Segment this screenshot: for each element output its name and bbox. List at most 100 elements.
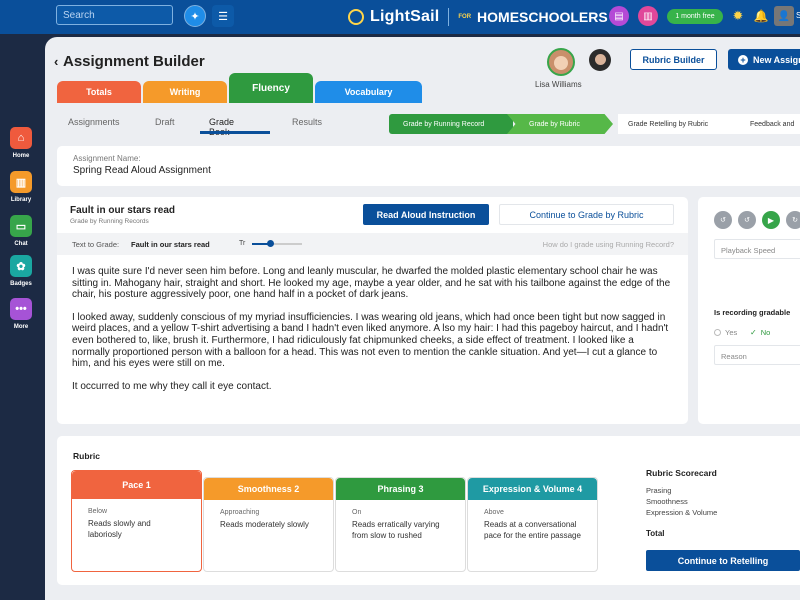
rewind-10-button[interactable]: ↺	[714, 211, 732, 229]
rubric-column-phrasing[interactable]: Phrasing 3 On Reads erratically varying …	[335, 477, 466, 572]
sidebar-label: Badges	[10, 281, 32, 287]
forward-button[interactable]: ↻	[786, 211, 800, 229]
student-avatar-2[interactable]	[589, 49, 611, 71]
user-initials: Sa	[796, 11, 800, 20]
scorecard-item: Smoothness	[646, 497, 688, 506]
step-label: Feedback and	[750, 120, 795, 128]
back-chevron-icon[interactable]: ‹	[54, 54, 58, 69]
playback-card: ↺ ↺ ▶ ↻ Playback Speed Is recording grad…	[698, 197, 800, 424]
sliders-icon: ☰	[218, 10, 228, 23]
font-size-slider-handle[interactable]	[267, 240, 274, 247]
play-button[interactable]: ▶	[762, 211, 780, 229]
student-avatar-lisa[interactable]	[547, 48, 575, 76]
book-icon[interactable]: ▤	[609, 6, 629, 26]
subtab-assignments[interactable]: Assignments	[68, 117, 120, 127]
compass-icon: ✦	[190, 10, 200, 23]
step-feedback[interactable]: Feedback and	[728, 114, 800, 134]
rewind-5-button[interactable]: ↺	[738, 211, 756, 229]
reading-card: Fault in our stars read Grade by Running…	[57, 197, 688, 424]
continue-to-rubric-button[interactable]: Continue to Grade by Rubric	[499, 204, 674, 225]
read-aloud-instruction-button[interactable]: Read Aloud Instruction	[363, 204, 489, 225]
font-size-slider[interactable]	[252, 240, 302, 247]
sidebar-label: Home	[12, 153, 30, 159]
subtab-grade-book[interactable]: Grade Book	[209, 117, 234, 137]
font-size-icon: Tr	[239, 240, 246, 247]
gradable-question: Is recording gradable	[714, 308, 791, 317]
step-retelling[interactable]: Grade Retelling by Rubric	[618, 114, 728, 134]
continue-to-rubric-label: Continue to Grade by Rubric	[529, 209, 644, 220]
rubric-column-header: Expression & Volume 4	[468, 478, 597, 500]
more-icon: •••	[10, 298, 32, 320]
rubric-column-expression[interactable]: Expression & Volume 4 Above Reads at a c…	[467, 477, 598, 572]
logo-text: LightSail	[370, 8, 440, 25]
sidebar-item-library[interactable]: ▥ Library	[0, 171, 42, 203]
yes-label: Yes	[725, 328, 738, 337]
reading-paragraph: I was quite sure I'd never seen him befo…	[72, 266, 671, 301]
step-label: Grade Retelling by Rubric	[628, 120, 709, 128]
text-to-grade-value: Fault in our stars read	[131, 240, 210, 249]
step-label: Grade by Rubric	[529, 120, 580, 128]
logo-for-text: FOR	[458, 13, 472, 20]
check-icon: ✓	[750, 328, 757, 337]
settings-sliders-button[interactable]: ☰	[212, 5, 234, 27]
compass-button[interactable]: ✦	[184, 5, 206, 27]
sidebar-item-chat[interactable]: ▭ Chat	[0, 215, 42, 247]
tab-label: Vocabulary	[344, 87, 393, 97]
scorecard-item: Prasing	[646, 486, 672, 495]
user-avatar[interactable]: 👤	[774, 6, 794, 26]
rubric-builder-label: Rubric Builder	[642, 54, 705, 65]
tab-totals[interactable]: Totals	[57, 81, 141, 103]
rubric-column-header: Smoothness 2	[204, 478, 333, 500]
new-assignment-button[interactable]: + New Assign	[728, 49, 800, 70]
help-running-record-link[interactable]: How do I grade using Running Record?	[543, 240, 674, 249]
rubric-column-header: Pace 1	[72, 471, 201, 499]
logo-divider	[448, 8, 450, 26]
sidebar-label: More	[13, 324, 29, 330]
playback-speed-label: Playback Speed	[721, 246, 776, 255]
rubric-level: Approaching	[220, 509, 260, 516]
sun-icon[interactable]: ✹	[728, 6, 748, 26]
assignment-name-card: Assignment Name: Spring Read Aloud Assig…	[57, 146, 800, 186]
text-to-grade-bar: Text to Grade: Fault in our stars read T…	[57, 233, 688, 255]
rubric-column-smoothness[interactable]: Smoothness 2 Approaching Reads moderatel…	[203, 477, 334, 572]
bell-icon[interactable]: 🔔	[751, 6, 771, 26]
rubric-level: Above	[484, 509, 504, 516]
continue-to-retelling-button[interactable]: Continue to Retelling	[646, 550, 800, 571]
sidebar-item-home[interactable]: ⌂ Home	[0, 127, 42, 159]
rubric-description: Reads at a conversational pace for the e…	[484, 520, 581, 540]
scorecard-total: Total	[646, 529, 665, 538]
step-label: Grade by Running Record	[403, 120, 485, 128]
step-running-record[interactable]: Grade by Running Record	[389, 114, 513, 134]
rubric-level: Below	[88, 508, 108, 515]
chat-icon: ▭	[10, 215, 32, 237]
top-bar: ✦ ☰ LightSail FOR HOMESCHOOLERS ▤ ▥ 1 mo…	[0, 0, 800, 34]
lightsail-logo-icon	[348, 9, 364, 25]
free-month-badge[interactable]: 1 month free	[667, 9, 723, 24]
gradable-no-radio[interactable]: ✓ No	[750, 328, 770, 337]
tab-fluency[interactable]: Fluency	[229, 73, 313, 103]
continue-to-retelling-label: Continue to Retelling	[677, 555, 769, 566]
sidebar-item-more[interactable]: ••• More	[0, 298, 42, 330]
subtab-draft[interactable]: Draft	[155, 117, 175, 127]
subtab-results[interactable]: Results	[292, 117, 322, 127]
rubric-builder-button[interactable]: Rubric Builder	[630, 49, 717, 70]
logo[interactable]: LightSail FOR HOMESCHOOLERS	[348, 6, 608, 28]
search-input[interactable]	[56, 5, 173, 25]
rubric-column-pace[interactable]: Pace 1 Below Reads slowly and laboriosly	[71, 470, 202, 572]
radio-empty-icon	[714, 329, 721, 336]
tab-vocabulary[interactable]: Vocabulary	[315, 81, 422, 103]
rubric-description: Reads erratically varying from slow to r…	[352, 520, 440, 540]
sidebar-item-badges[interactable]: ✿ Badges	[0, 255, 42, 287]
books-icon[interactable]: ▥	[638, 6, 658, 26]
reading-text: I was quite sure I'd never seen him befo…	[72, 266, 672, 403]
reason-input[interactable]: Reason	[714, 345, 800, 365]
tab-label: Writing	[169, 87, 201, 97]
rubric-column-header: Phrasing 3	[336, 478, 465, 500]
gradable-yes-radio[interactable]: Yes	[714, 328, 737, 337]
step-rubric[interactable]: Grade by Rubric	[507, 114, 613, 134]
selected-user-name: Lisa Williams	[535, 80, 582, 89]
playback-speed-select[interactable]: Playback Speed	[714, 239, 800, 259]
reading-title: Fault in our stars read	[70, 205, 176, 216]
tab-writing[interactable]: Writing	[143, 81, 227, 103]
assignment-name-value[interactable]: Spring Read Aloud Assignment	[73, 165, 211, 176]
